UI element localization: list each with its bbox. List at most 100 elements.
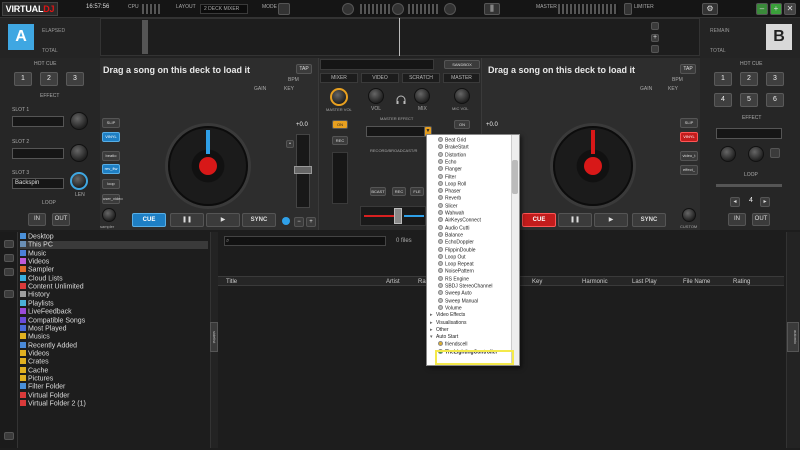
loop-in-button-b[interactable]: IN xyxy=(728,213,746,226)
tap-button-b[interactable]: TAP xyxy=(680,64,696,74)
tree-item[interactable]: Sampler xyxy=(20,266,54,274)
sidelist-tab[interactable]: sidelist xyxy=(210,322,218,352)
tree-item[interactable]: Compatible Songs xyxy=(20,316,85,325)
loop-length-slider[interactable] xyxy=(716,184,782,187)
list-icon[interactable] xyxy=(4,268,14,276)
center-indicator[interactable] xyxy=(392,3,404,15)
slot1-select[interactable] xyxy=(12,116,64,127)
master-vol-knob[interactable] xyxy=(330,88,348,106)
hotcue-6-b[interactable]: 6 xyxy=(766,93,784,107)
record-button[interactable]: REC xyxy=(392,187,406,196)
context-menu-item[interactable]: Slicer xyxy=(427,202,511,210)
custom-knob[interactable] xyxy=(682,208,696,222)
hotcue-3-a[interactable]: 3 xyxy=(66,72,84,86)
tap-button-a[interactable]: TAP xyxy=(296,64,312,74)
context-menu-item[interactable]: ▸ Visualisations xyxy=(427,320,511,327)
tab-mixer[interactable]: MIXER xyxy=(320,73,358,83)
col-harmonic[interactable]: Harmonic xyxy=(582,279,608,285)
col-key[interactable]: Key xyxy=(532,279,542,285)
effect-knob-2-b[interactable] xyxy=(748,146,764,162)
mix-knob[interactable] xyxy=(414,88,430,104)
tree-item[interactable]: Virtual Folder 2 (1) xyxy=(20,400,86,408)
mic-vol-knob[interactable] xyxy=(454,88,470,104)
pad-beatloop-a[interactable]: beatlo xyxy=(102,151,120,161)
context-menu-item[interactable]: Loop Repeat xyxy=(427,261,511,268)
context-menu-item[interactable]: Reverb xyxy=(427,195,511,202)
len-knob[interactable] xyxy=(70,172,88,190)
hotcue-3-b[interactable]: 3 xyxy=(766,72,784,86)
loop-out-button-a[interactable]: OUT xyxy=(52,213,70,226)
loop-in-button-a[interactable]: IN xyxy=(28,213,46,226)
sync-button-b[interactable]: SYNC xyxy=(632,213,666,227)
tree-item[interactable]: This PC xyxy=(20,241,208,250)
vinyl-button-b[interactable]: VINYL xyxy=(680,132,698,142)
context-menu-item[interactable]: Sweep Auto xyxy=(427,290,511,297)
col-rating[interactable]: Rating xyxy=(733,279,750,285)
context-menu-item[interactable]: Audio Cutti xyxy=(427,224,511,232)
pad-rev-flw-a[interactable]: rev_flw xyxy=(102,164,120,174)
loop-double-button[interactable]: ▸ xyxy=(760,197,770,207)
sandbox-button[interactable]: SANDBOX xyxy=(444,60,480,69)
tree-item[interactable]: Pictures xyxy=(20,374,53,383)
hotcue-1-b[interactable]: 1 xyxy=(714,72,732,86)
tree-item[interactable]: Cache xyxy=(20,366,48,375)
close-button[interactable]: ✕ xyxy=(784,3,796,15)
sync-button-a[interactable]: SYNC xyxy=(242,213,276,227)
sampler-knob[interactable] xyxy=(102,208,116,222)
col-remix[interactable]: Ra xyxy=(418,279,426,285)
deck-b-indicator[interactable] xyxy=(444,3,456,15)
loop-half-button[interactable]: ◂ xyxy=(730,197,740,207)
hotcue-1-a[interactable]: 1 xyxy=(14,72,32,86)
slot3-select[interactable]: Backspin xyxy=(12,178,64,189)
waveform-display[interactable] xyxy=(100,18,700,56)
master-on-button[interactable]: ON xyxy=(332,120,348,129)
slot1-knob[interactable] xyxy=(70,112,88,130)
crossfader-handle[interactable] xyxy=(394,208,402,224)
col-file-name[interactable]: File Name xyxy=(683,279,710,285)
back-icon[interactable] xyxy=(4,290,14,298)
context-menu-item[interactable]: friendscell xyxy=(427,341,511,348)
tree-item[interactable]: Videos xyxy=(20,349,49,358)
slot2-knob[interactable] xyxy=(70,144,88,162)
pad-user-video-a[interactable]: user_video xyxy=(102,194,123,204)
tree-item[interactable]: History xyxy=(20,291,50,299)
tree-item[interactable]: Videos xyxy=(20,258,49,266)
pad-video-b[interactable]: video_t xyxy=(680,151,698,161)
waveform-plus-button[interactable]: + xyxy=(651,34,659,42)
context-menu-item[interactable]: Filter xyxy=(427,173,511,181)
slip-button-b[interactable]: SLIP xyxy=(680,118,698,128)
tree-item[interactable]: Desktop xyxy=(20,233,54,241)
gear-icon[interactable]: ⚙ xyxy=(702,3,718,15)
tree-item[interactable]: Musics xyxy=(20,333,50,341)
hotcue-2-a[interactable]: 2 xyxy=(40,72,58,86)
tree-item[interactable]: Cloud Lists xyxy=(20,274,63,283)
tab-scratch[interactable]: SCRATCH xyxy=(402,73,440,83)
context-menu-item[interactable]: Echo xyxy=(427,158,511,166)
tree-item[interactable]: Virtual Folder xyxy=(20,391,70,400)
pad-loop-a[interactable]: loop xyxy=(102,179,120,189)
loop-out-button-b[interactable]: OUT xyxy=(752,213,770,226)
file-button[interactable]: FLE xyxy=(410,187,424,196)
minimize-button[interactable]: – xyxy=(756,3,768,15)
col-title[interactable]: Title xyxy=(226,279,237,285)
tree-item[interactable]: Recently Added xyxy=(20,341,77,350)
slot2-select[interactable] xyxy=(12,148,64,159)
slip-button-a[interactable]: SLIP xyxy=(102,118,120,128)
context-menu-item[interactable]: SBDJ StereoChannel xyxy=(427,283,511,290)
bcast-button[interactable]: BCAST xyxy=(370,187,386,196)
deck-b-letter[interactable]: B xyxy=(766,24,792,50)
tree-item[interactable]: Playlists xyxy=(20,299,54,308)
master-effect-select[interactable] xyxy=(366,126,426,137)
context-menu-item[interactable]: RS Engine xyxy=(427,275,511,283)
cue-button-b[interactable]: CUE xyxy=(522,213,556,227)
maximize-button[interactable]: + xyxy=(770,3,782,15)
tree-item[interactable]: LiveFeedback xyxy=(20,308,72,316)
automix-tab[interactable]: automix xyxy=(787,322,799,352)
tree-item[interactable]: Filter Folder xyxy=(20,383,65,391)
play-button-a[interactable]: ▶ xyxy=(206,213,240,227)
context-menu-item[interactable]: Wahwah xyxy=(427,210,511,217)
waveform-btn-3[interactable] xyxy=(651,45,659,53)
cue-button-a[interactable]: CUE xyxy=(132,213,166,227)
context-menu-item[interactable]: Volume xyxy=(427,304,511,312)
context-menu-item[interactable]: AirKeysConnect xyxy=(427,217,511,224)
